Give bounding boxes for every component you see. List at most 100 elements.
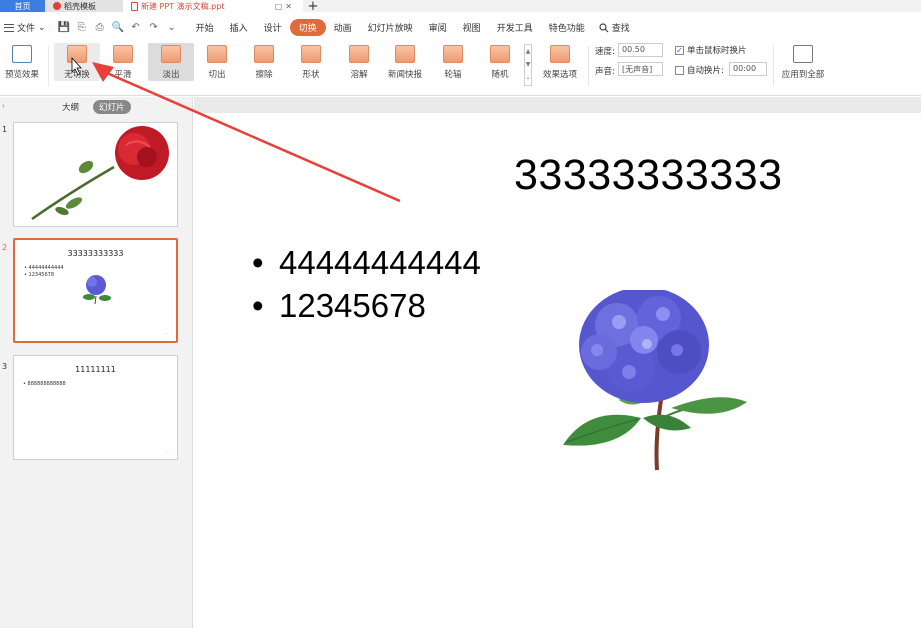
file-menu-label: 文件 [17,24,36,34]
tab-current-document[interactable]: 新建 PPT 演示文稿.ppt ▢✕ [123,0,303,12]
print-preview-icon[interactable]: 🔍 [112,22,124,33]
apply-all-icon [793,45,813,63]
menu-tab-item[interactable]: 幻灯片放映 [360,19,421,36]
transition-option-button[interactable]: 淡出 [148,43,194,81]
ribbon-tabs: 开始 插入 设计 切换 动画 幻灯片放映 审阅 视图 开发工具 特色功能 [188,19,593,36]
slide-number: 1 [2,125,8,134]
slide-number: 3 [2,362,8,371]
transition-option-label: 随机 [491,70,509,80]
tab-slides[interactable]: 幻灯片 [93,100,131,114]
tab-outline[interactable]: 大纲 [56,100,85,114]
transition-option-label: 平滑 [114,70,132,80]
thumbnail-title: 11111111 [75,365,116,374]
auto-advance-checkbox[interactable]: 自动换片: [675,64,724,76]
speed-value: 00.50 [622,45,645,54]
menu-tab-item[interactable]: 开发工具 [489,19,541,36]
transition-option-label: 溶解 [350,70,368,80]
sound-select[interactable]: [无声音] [618,62,663,76]
menu-tab-item[interactable]: 开始 [188,19,222,36]
slide-thumbnail-panel: ‹ 大纲 幻灯片 1 2 33333333333 • 44444444444 •… [0,97,193,628]
hydrangea-image[interactable] [559,290,749,475]
checkbox-box [675,65,684,75]
ppt-file-icon [131,1,138,11]
sound-label: 声音: [595,67,615,77]
tab-home-label: 首页 [14,1,31,11]
auto-advance-time-spinner[interactable]: 00:00 [729,62,767,76]
effect-options-button[interactable]: 效果选项 [535,43,585,81]
print-icon[interactable]: ⎙ [94,22,106,33]
gallery-scroll-control[interactable]: ▲ ▼ ⌄ [524,44,532,86]
undo-icon[interactable]: ↶ [130,22,142,33]
preview-effect-label: 预览效果 [4,70,39,80]
menu-tab-item[interactable]: 切换 [289,19,326,36]
slide-editing-area: 33333333333 44444444444 12345678 [194,97,921,628]
menu-tab-item[interactable]: 特色功能 [541,19,593,36]
ribbon-divider [773,46,774,86]
effect-options-icon [550,45,570,63]
menu-bar: 文件 ⌄ 💾 ⎘ ⎙ 🔍 ↶ ↷ ⌄ 开始 插入 设计 切换 动画 幻灯片放映 审阅 视图 开发… [0,17,921,38]
auto-advance-time: 00:00 [733,64,757,73]
thumbnail-corner-mark: .. [165,448,169,454]
transition-option-button[interactable]: 平滑 [100,43,146,81]
close-tab-icon[interactable]: ✕ [285,2,295,11]
menu-tab-item[interactable]: 视图 [455,19,489,36]
transition-option-button[interactable]: 形状 [288,43,334,81]
checkbox-box: ✓ [675,45,684,55]
menu-tab-item[interactable]: 插入 [222,19,256,36]
transition-option-button[interactable]: 轮辐 [430,43,476,81]
search-icon [599,22,609,32]
transition-option-button[interactable]: 溶解 [336,43,382,81]
tab-window-icon[interactable]: ▢ [275,2,286,11]
tab-home[interactable]: 首页 [0,0,45,12]
menu-tab-item[interactable]: 动画 [326,19,360,36]
apply-to-all-button[interactable]: 应用到全部 [778,43,828,81]
quick-access-toolbar: 💾 ⎘ ⎙ 🔍 ↶ ↷ ⌄ [58,22,178,33]
slide-canvas[interactable]: 33333333333 44444444444 12345678 [194,113,921,628]
transition-preview-icon [301,45,321,63]
customize-toolbar-icon[interactable]: ⌄ [166,22,178,33]
effect-options-label: 效果选项 [542,70,577,80]
transition-preview-icon [443,45,463,63]
redo-icon[interactable]: ↷ [148,22,160,33]
slide-bullet-list[interactable]: 44444444444 12345678 [252,241,481,327]
slide-thumbnail-2[interactable]: 33333333333 • 44444444444 • 12345678 .. [13,238,178,343]
speed-spinner[interactable]: 00.50 [618,43,663,57]
thumbnail-corner-mark: .. [164,330,168,336]
slide-thumbnail-1[interactable] [13,122,178,227]
presentation-app-window: 首页 稻壳模板 新建 PPT 演示文稿.ppt ▢✕ + 文件 ⌄ 💾 ⎘ ⎙ … [0,0,921,628]
tab-docer-templates[interactable]: 稻壳模板 [45,0,123,12]
preview-effect-button[interactable]: 预览效果 [0,43,44,81]
transition-option-button[interactable]: 随机 [477,43,523,81]
transition-option-button[interactable]: 新闻快报 [382,43,428,81]
transition-option-button[interactable]: 切出 [194,43,240,81]
rose-image [31,126,169,221]
document-tab-bar: 首页 稻壳模板 新建 PPT 演示文稿.ppt ▢✕ + [0,0,921,14]
save-icon[interactable]: 💾 [58,22,70,33]
transition-option-button[interactable]: 擦除 [241,43,287,81]
slide-title[interactable]: 33333333333 [514,151,783,200]
hydrangea-thumbnail-image [83,275,111,305]
transition-option-label: 新闻快报 [387,70,422,80]
menu-tab-item[interactable]: 设计 [256,19,290,36]
on-click-label: 单击鼠标时换片 [687,46,747,56]
menu-tab-item[interactable]: 审阅 [421,19,455,36]
thumbnail-bullets: • 888888888888 [23,381,66,388]
collapse-panel-icon[interactable]: ‹ [2,102,5,110]
new-tab-button[interactable]: + [303,0,323,14]
transition-preview-icon [67,45,87,63]
on-click-checkbox[interactable]: ✓ 单击鼠标时换片 [675,44,747,56]
sound-value: [无声音] [622,65,653,74]
file-menu-button[interactable]: 文件 ⌄ [0,21,50,34]
transition-option-button[interactable]: 无切换 [54,43,100,81]
slide-thumbnail-3[interactable]: 11111111 • 888888888888 .. [13,355,178,460]
search-button[interactable]: 查找 [593,21,636,34]
thumbnail-bullet-text: 888888888888 [27,381,66,387]
export-icon[interactable]: ⎘ [76,22,88,33]
transition-option-label: 切出 [208,70,226,80]
transitions-ribbon: 预览效果 无切换 平滑 淡出 切出 擦除 形状 溶解 新闻快报 轮辐 随机 ▲ ▼ ⌄ 效果选项 速度… [0,38,921,96]
transition-preview-icon [349,45,369,63]
bullet-item: 12345678 [252,284,481,327]
ribbon-divider [588,46,589,86]
transition-option-label: 无切换 [64,70,90,80]
transition-preview-icon [207,45,227,63]
